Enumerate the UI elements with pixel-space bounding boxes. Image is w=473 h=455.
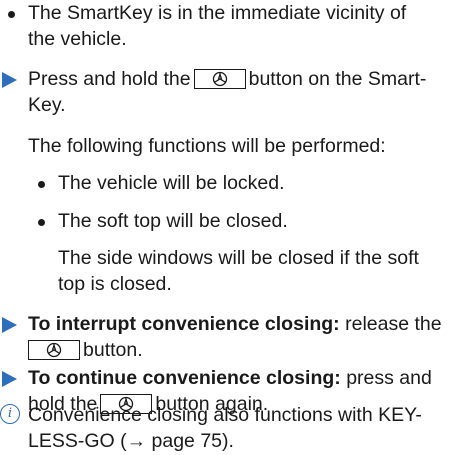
sub-bullet-item: The vehicle will be locked.	[0, 170, 467, 198]
step-press-and-hold: Press and hold the button on the Smart- K…	[0, 66, 467, 122]
step-text: release the	[345, 313, 442, 335]
step-text-line: Key.	[28, 94, 66, 116]
triangle-arrow-icon	[2, 371, 17, 387]
step-continue: To continue convenience closing: press a…	[0, 365, 467, 421]
bullet-dot-icon	[38, 219, 45, 226]
sub-bullet-item: The soft top will be closed.	[0, 208, 467, 236]
bullet-text-line: The SmartKey is in the immediate vicinit…	[28, 2, 407, 24]
note-text-line: top is closed.	[58, 273, 172, 295]
step-text-line: Press and hold the button on the Smart-	[28, 66, 467, 92]
bullet-item: The SmartKey is in the immediate vicinit…	[0, 0, 467, 56]
triangle-arrow-icon	[2, 72, 17, 88]
note-text-line: The side windows will be closed if the s…	[58, 247, 419, 269]
functions-intro: The following functions will be performe…	[0, 133, 467, 161]
step-text: Press and hold the	[28, 68, 191, 90]
bullet-text-line: the vehicle.	[28, 28, 127, 50]
lock-button-icon	[100, 394, 153, 414]
lock-button-icon	[28, 340, 80, 360]
step-text: press and	[346, 367, 432, 389]
paragraph-text: The following functions will be performe…	[28, 135, 386, 157]
step-text-line: button.	[28, 337, 467, 363]
step-text-line: To interrupt convenience closing: releas…	[28, 311, 467, 337]
sub-bullet-text: The vehicle will be locked.	[58, 172, 285, 194]
step-text: hold the	[28, 393, 98, 415]
step-heading: To interrupt convenience closing:	[28, 313, 340, 335]
sub-bullet-note: The side windows will be closed if the s…	[0, 245, 467, 301]
step-text-line: hold the button again.	[28, 391, 467, 417]
instruction-page: The SmartKey is in the immediate vicinit…	[0, 0, 473, 455]
step-text-line: To continue convenience closing: press a…	[28, 365, 467, 391]
step-text: button on the Smart-	[248, 68, 427, 90]
bullet-dot-icon	[38, 181, 45, 188]
lock-button-icon	[193, 69, 246, 89]
triangle-arrow-icon	[2, 317, 17, 333]
bullet-dot-icon	[8, 11, 15, 18]
step-text: button again.	[155, 393, 269, 415]
step-heading: To continue convenience closing:	[28, 367, 341, 389]
sub-bullet-text: The soft top will be closed.	[58, 210, 288, 232]
step-interrupt: To interrupt convenience closing: releas…	[0, 311, 467, 367]
step-text: button.	[83, 339, 143, 361]
